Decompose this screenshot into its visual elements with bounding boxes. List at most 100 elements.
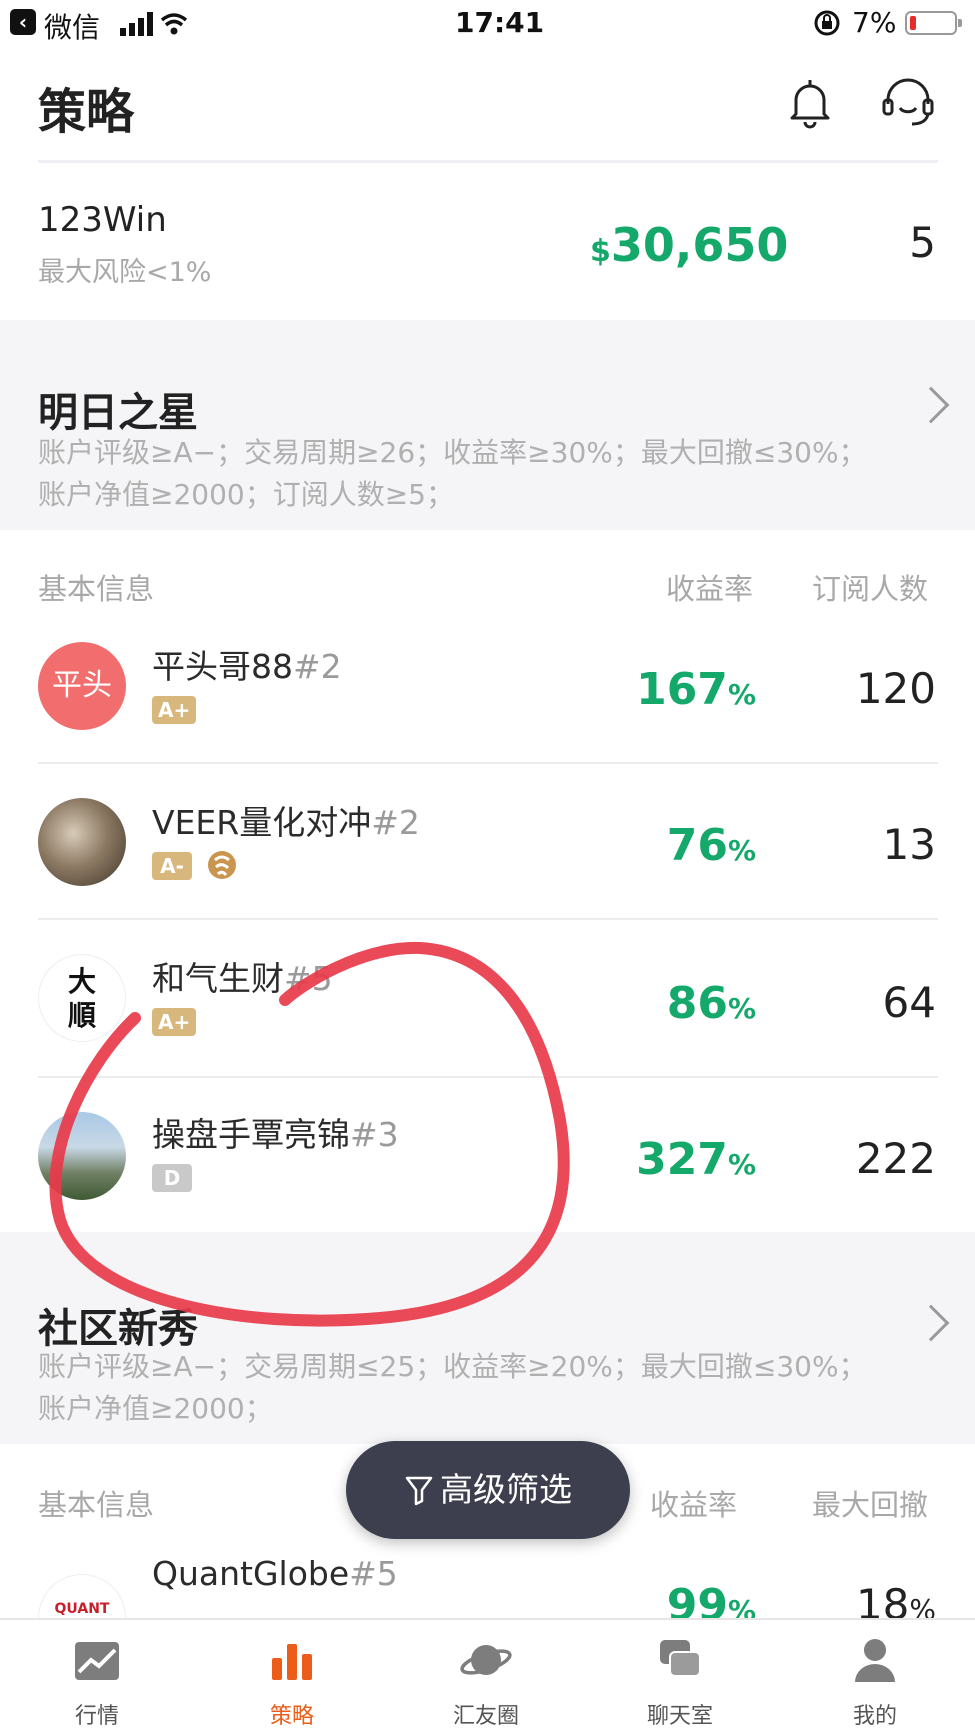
- tab-label: 行情: [74, 1704, 119, 1729]
- status-bar: ‹ 微信 17:41 7%: [0, 0, 975, 50]
- return-rate-value: 327: [636, 1134, 728, 1185]
- person-icon: [855, 1639, 895, 1682]
- avatar: 大 順: [38, 954, 126, 1042]
- list-item[interactable]: VEER量化对冲#2 A- 76% 13: [0, 764, 975, 918]
- rating-badge: A-: [152, 852, 192, 880]
- tab-label: 我的: [852, 1704, 897, 1729]
- bell-icon[interactable]: [782, 74, 838, 130]
- strategy-name-text: 平头哥88: [152, 647, 293, 686]
- list-item[interactable]: 大 順 和气生财#5 A+ 86% 64: [0, 920, 975, 1076]
- avatar: [38, 1112, 126, 1200]
- section-title: 明日之星: [38, 390, 198, 436]
- strategy-rank: #2: [293, 647, 342, 686]
- column-header-rate[interactable]: 收益率: [666, 566, 753, 608]
- battery-icon: [905, 11, 962, 35]
- bottom-tab-bar: 行情 策略 汇友圈 聊天室 我的: [0, 1618, 975, 1734]
- strategy-name: 操盘手覃亮锦#3: [152, 1108, 399, 1156]
- section-header-community-newcomers[interactable]: 社区新秀 账户评级≥A−；交易周期≤25；收益率≥20%；最大回撤≤30%； 账…: [0, 1232, 975, 1444]
- return-rate-unit: %: [727, 1148, 756, 1181]
- subscriber-count: 120: [855, 664, 936, 713]
- list-item[interactable]: QUANT GLOBE QuantGlobe#5 99% 18%: [0, 1540, 975, 1618]
- max-drawdown: 18%: [780, 1580, 936, 1618]
- return-rate: 99%: [556, 1580, 756, 1618]
- featured-strategy-row[interactable]: 123Win 最大风险<1% $30,650 5: [0, 170, 975, 320]
- page-title: 策略: [38, 84, 135, 140]
- strategy-rank: #5: [284, 959, 333, 998]
- tab-market[interactable]: 行情: [37, 1632, 157, 1730]
- medal-icon: [208, 851, 236, 879]
- bars-icon: [272, 1644, 312, 1680]
- tab-label: 汇友圈: [452, 1704, 519, 1729]
- column-header-drawdown[interactable]: 最大回撤: [812, 1482, 928, 1524]
- return-rate-value: 99: [666, 1580, 728, 1618]
- signal-icon: [120, 12, 188, 36]
- column-header-info: 基本信息: [38, 572, 155, 606]
- strategy-name: QuantGlobe#5: [152, 1554, 398, 1593]
- max-drawdown-value: 18: [855, 1580, 910, 1618]
- column-header-info: 基本信息: [38, 1488, 155, 1522]
- section-header-rising-stars[interactable]: 明日之星 账户评级≥A−；交易周期≥26；收益率≥30%；最大回撤≤30%； 账…: [0, 320, 975, 530]
- tab-community[interactable]: 汇友圈: [426, 1632, 546, 1730]
- subscriber-count: 64: [882, 978, 936, 1027]
- column-header-rate[interactable]: 收益率: [650, 1482, 737, 1524]
- strategy-name: VEER量化对冲#2: [152, 796, 420, 844]
- strategy-name: 平头哥88#2: [152, 640, 342, 688]
- return-rate: 76%: [556, 820, 756, 871]
- strategy-name-text: 操盘手覃亮锦: [152, 1115, 350, 1154]
- featured-name: 123Win: [38, 200, 167, 240]
- rating-badge: D: [152, 1164, 192, 1192]
- avatar: [38, 798, 126, 886]
- avatar: 平头: [38, 642, 126, 730]
- strategy-name-text: VEER量化对冲: [152, 803, 372, 842]
- header-divider: [38, 160, 938, 163]
- back-arrow-icon[interactable]: ‹: [10, 9, 36, 35]
- strategy-name-text: 和气生财: [152, 959, 284, 998]
- tab-label: 策略: [269, 1704, 314, 1729]
- avatar-text: 大 順: [67, 965, 96, 1032]
- return-rate-unit: %: [727, 678, 756, 711]
- return-rate-unit: %: [727, 834, 756, 867]
- chevron-right-icon: [912, 1304, 950, 1342]
- avatar-text: 平头: [52, 668, 112, 703]
- subscriber-count: 222: [855, 1134, 936, 1183]
- headset-icon[interactable]: [880, 74, 936, 130]
- avatar: QUANT GLOBE: [38, 1574, 126, 1618]
- strategy-rank: #3: [350, 1115, 399, 1154]
- list-item[interactable]: 操盘手覃亮锦#3 D 327% 222: [0, 1078, 975, 1232]
- battery-percent: 7%: [852, 6, 897, 39]
- clock-time: 17:41: [455, 6, 545, 39]
- filter-icon: [405, 1476, 433, 1506]
- orientation-lock-icon: [814, 10, 840, 36]
- return-rate-value: 76: [666, 820, 728, 871]
- return-rate: 167%: [556, 664, 756, 715]
- back-app-label[interactable]: 微信: [44, 6, 100, 46]
- strategy-name: 和气生财#5: [152, 952, 333, 1000]
- strategy-name-text: QuantGlobe: [152, 1554, 350, 1593]
- rating-badge: A+: [152, 696, 197, 724]
- featured-count: 5: [909, 218, 936, 267]
- currency-symbol: $: [590, 234, 611, 269]
- tab-label: 聊天室: [646, 1704, 713, 1729]
- return-rate-value: 86: [666, 978, 728, 1029]
- featured-amount: $30,650: [590, 218, 788, 272]
- section-criteria-line1: 账户评级≥A−；交易周期≤25；收益率≥20%；最大回撤≤30%；: [38, 1350, 867, 1383]
- max-drawdown-unit: %: [909, 1593, 936, 1618]
- advanced-filter-button[interactable]: 高级筛选: [346, 1441, 630, 1539]
- return-rate-unit: %: [727, 992, 756, 1025]
- list-item[interactable]: 平头 平头哥88#2 A+ 167% 120: [0, 620, 975, 762]
- chart-icon: [75, 1642, 119, 1680]
- featured-subtitle: 最大风险<1%: [38, 257, 212, 288]
- tab-strategy[interactable]: 策略: [232, 1632, 352, 1730]
- tab-profile[interactable]: 我的: [815, 1632, 935, 1730]
- tab-chatroom[interactable]: 聊天室: [620, 1632, 740, 1730]
- avatar-text: QUANT GLOBE: [54, 1601, 110, 1618]
- advanced-filter-label: 高级筛选: [440, 1470, 572, 1509]
- amount-value: 30,650: [610, 218, 789, 272]
- return-rate: 86%: [556, 978, 756, 1029]
- planet-icon: [460, 1645, 512, 1675]
- section-criteria-line1: 账户评级≥A−；交易周期≥26；收益率≥30%；最大回撤≤30%；: [38, 436, 867, 469]
- chevron-right-icon: [912, 386, 950, 424]
- column-header-subscribers[interactable]: 订阅人数: [812, 566, 928, 608]
- return-rate: 327%: [556, 1134, 756, 1185]
- subscriber-count: 13: [882, 820, 936, 869]
